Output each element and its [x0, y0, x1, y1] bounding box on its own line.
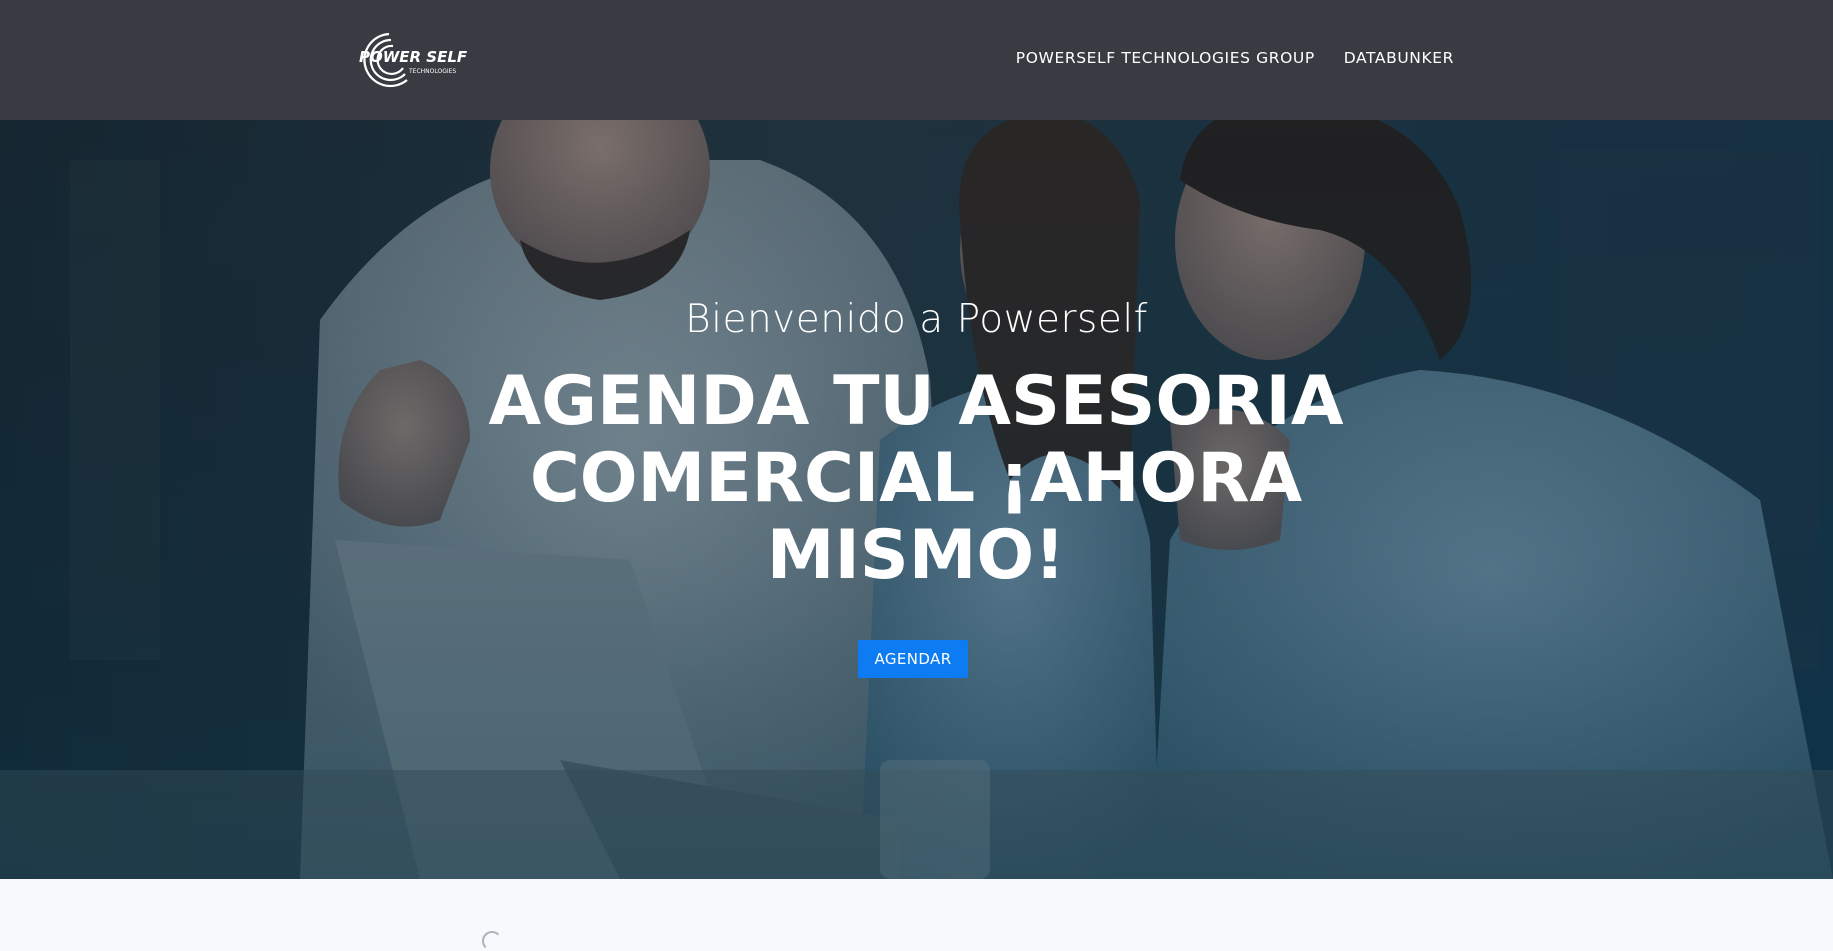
logo-wordmark: POWER SELF — [359, 48, 468, 66]
logo-subtext: TECHNOLOGIES — [408, 68, 456, 75]
hero-subtitle: Bienvenido a Powerself — [685, 297, 1148, 342]
content-section — [0, 879, 1833, 937]
powerself-logo[interactable]: POWER SELF TECHNOLOGIES — [357, 28, 469, 92]
hero-title: AGENDA TU ASESORIA COMERCIAL ¡AHORA MISM… — [488, 362, 1344, 595]
hero-content: Bienvenido a Powerself AGENDA TU ASESORI… — [0, 120, 1833, 879]
hero-section: Bienvenido a Powerself AGENDA TU ASESORI… — [0, 120, 1833, 879]
main-nav: POWERSELF TECHNOLOGIES GROUP DATABUNKER — [1016, 49, 1454, 67]
agendar-button[interactable]: AGENDAR — [858, 640, 968, 678]
swirl-logo-icon: POWER SELF TECHNOLOGIES — [359, 32, 468, 88]
top-navbar: POWER SELF TECHNOLOGIES POWERSELF TECHNO… — [0, 0, 1833, 120]
nav-link-powerself-group[interactable]: POWERSELF TECHNOLOGIES GROUP — [1016, 49, 1315, 67]
nav-link-databunker[interactable]: DATABUNKER — [1344, 49, 1454, 67]
partial-icon — [482, 931, 502, 951]
